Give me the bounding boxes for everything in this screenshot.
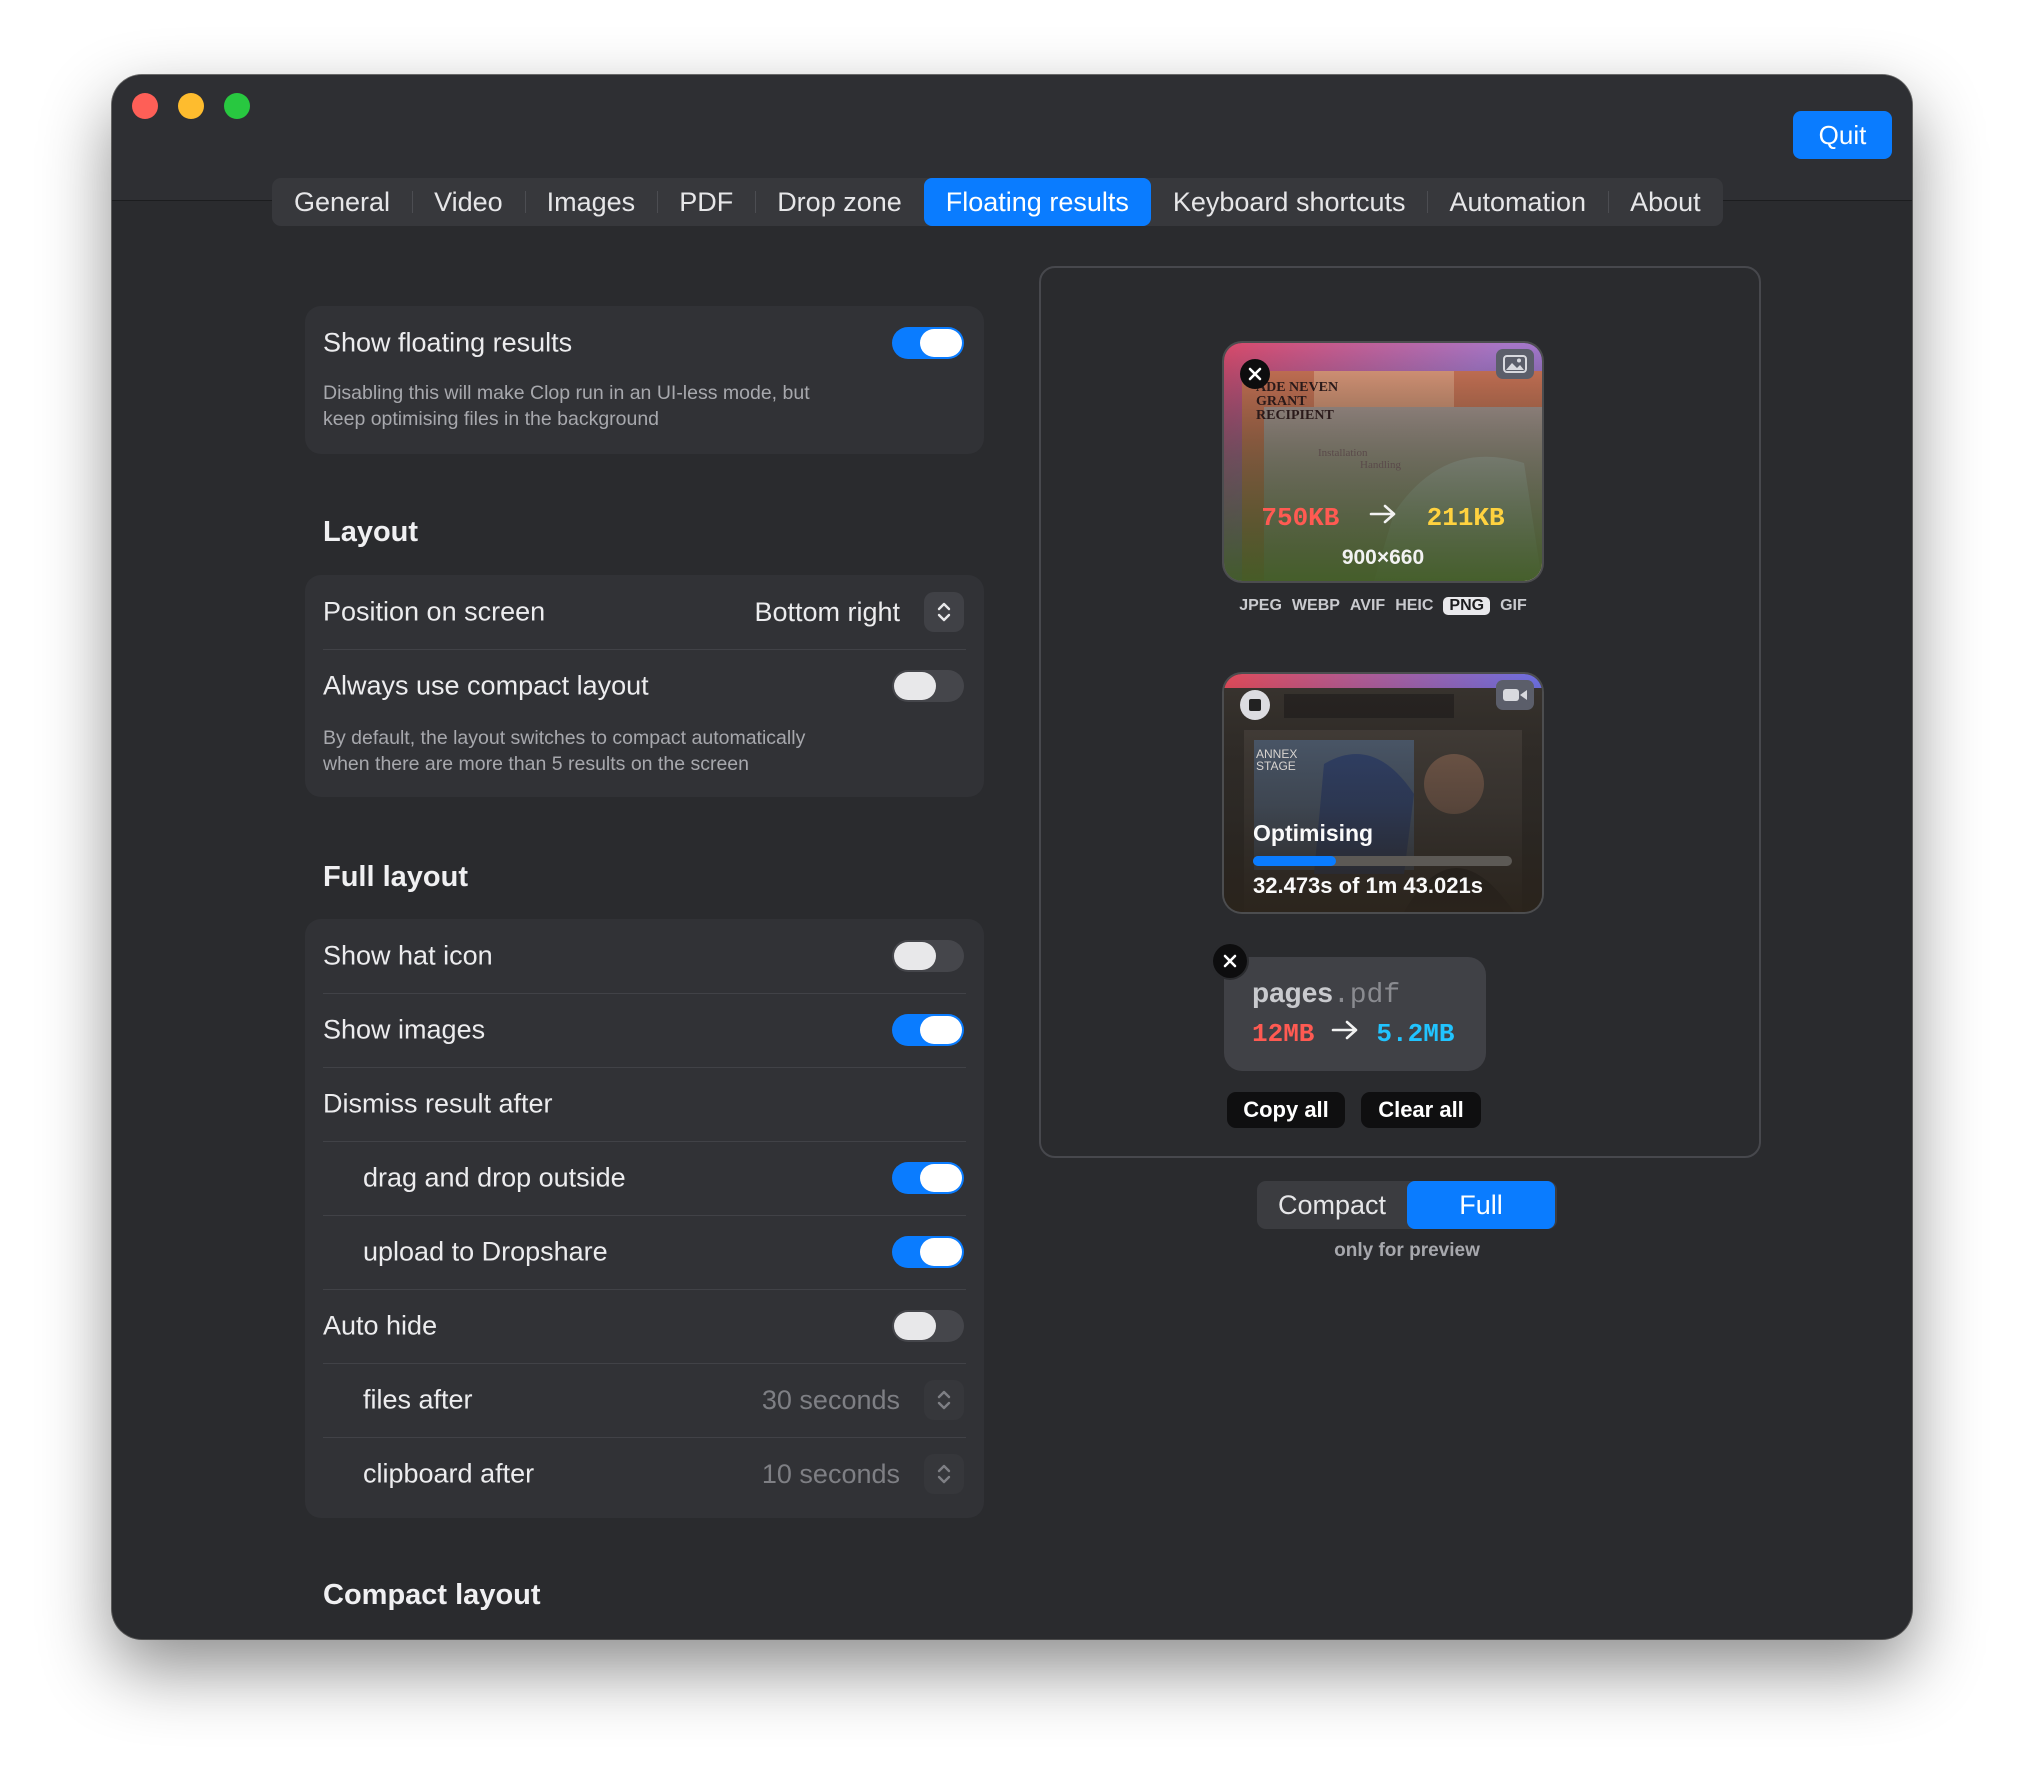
show-images-toggle[interactable] [892,1014,964,1046]
video-result-card[interactable]: ANNEX STAGE Optimising 32.473s of 1m 43.… [1224,674,1542,912]
thumb-text: GRANT [1256,394,1307,409]
quit-button[interactable]: Quit [1793,111,1892,159]
tab-about[interactable]: About [1608,178,1723,226]
tab-video[interactable]: Video [412,178,525,226]
thumb-text: Installation [1318,447,1368,459]
image-type-icon [1496,349,1534,379]
tab-keyboard-shortcuts[interactable]: Keyboard shortcuts [1151,178,1428,226]
show-hat-icon-toggle[interactable] [892,940,964,972]
show-images-label: Show images [323,1014,486,1045]
drag-drop-row: drag and drop outside [305,1141,984,1215]
clipboard-after-select[interactable]: 10 seconds [762,1454,964,1494]
show-hat-icon-row: Show hat icon [305,919,984,993]
auto-hide-toggle[interactable] [892,1310,964,1342]
format-selector: JPEG WEBP AVIF HEIC PNG GIF [1224,597,1542,615]
chevron-up-down-icon [924,1454,964,1494]
chevron-up-down-icon [924,1380,964,1420]
full-layout-section-title: Full layout [323,861,468,893]
always-compact-toggle[interactable] [892,670,964,702]
preview-mode-toggle: Compact Full [1257,1181,1557,1229]
video-progress-fill [1253,856,1336,866]
position-value: Bottom right [754,596,900,627]
thumb-text: Handling [1360,459,1401,471]
thumb-text: RECIPIENT [1256,408,1334,423]
arrow-right-icon [1314,1019,1376,1049]
mode-full-option[interactable]: Full [1407,1181,1555,1229]
pdf-result-card[interactable]: pages.pdf 12MB 5.2MB [1224,957,1486,1071]
stop-icon[interactable] [1240,690,1270,720]
layout-section-title: Layout [323,516,419,548]
settings-window: Quit General Video Images PDF Drop zone … [112,75,1912,1639]
full-layout-card: Show hat icon Show images Dismiss result… [305,919,984,1518]
zoom-window-button[interactable] [224,93,250,119]
pdf-filename: pages.pdf [1252,977,1401,1011]
pdf-size-comparison: 12MB 5.2MB [1252,1019,1455,1049]
tab-floating-results[interactable]: Floating results [923,178,1151,226]
arrow-right-icon [1355,503,1411,533]
preview-note: only for preview [1334,1240,1480,1261]
always-compact-label: Always use compact layout [323,670,649,701]
files-after-label: files after [363,1384,473,1415]
chevron-up-down-icon [924,592,964,632]
files-after-row: files after 30 seconds [305,1363,984,1437]
close-window-button[interactable] [132,93,158,119]
show-floating-results-label: Show floating results [323,327,573,358]
clipboard-after-label: clipboard after [363,1458,535,1489]
video-progress-text: 32.473s of 1m 43.021s [1253,873,1483,898]
close-icon[interactable] [1240,359,1270,389]
preview-panel: ADE NEVEN GRANT RECIPIENT Installation H… [1039,266,1761,1158]
tab-pdf[interactable]: PDF [657,178,755,226]
auto-hide-row: Auto hide [305,1289,984,1363]
compact-layout-row: Always use compact layout [305,649,984,723]
show-floating-results-card: Show floating results Disabling this wil… [305,306,984,454]
tab-automation[interactable]: Automation [1427,178,1608,226]
compact-layout-description: By default, the layout switches to compa… [323,727,806,775]
dismiss-result-label: Dismiss result after [323,1088,553,1119]
position-on-screen-select[interactable]: Bottom right [754,592,964,632]
tab-drop-zone[interactable]: Drop zone [755,178,924,226]
close-icon[interactable] [1213,944,1247,978]
show-floating-results-toggle[interactable] [892,327,964,359]
format-avif[interactable]: AVIF [1350,597,1385,615]
drag-drop-label: drag and drop outside [363,1162,626,1193]
tab-bar: General Video Images PDF Drop zone Float… [272,178,1723,226]
show-floating-results-description: Disabling this will make Clop run in an … [323,382,810,430]
image-result-card[interactable]: ADE NEVEN GRANT RECIPIENT Installation H… [1224,343,1542,581]
tab-images[interactable]: Images [524,178,658,226]
format-heic[interactable]: HEIC [1395,597,1433,615]
position-on-screen-row: Position on screen Bottom right [305,575,984,649]
dismiss-result-row: Dismiss result after [305,1067,984,1141]
upload-dropshare-toggle[interactable] [892,1236,964,1268]
thumb-text: ADE NEVEN [1256,380,1339,395]
format-webp[interactable]: WEBP [1292,597,1340,615]
format-jpeg[interactable]: JPEG [1239,597,1282,615]
minimize-window-button[interactable] [178,93,204,119]
layout-card: Position on screen Bottom right Always u… [305,575,984,797]
tab-general[interactable]: General [272,178,412,226]
format-gif[interactable]: GIF [1500,597,1527,615]
clear-all-button[interactable]: Clear all [1361,1092,1481,1128]
format-png[interactable]: PNG [1443,597,1491,615]
upload-dropshare-label: upload to Dropshare [363,1236,608,1267]
copy-all-button[interactable]: Copy all [1227,1092,1345,1128]
position-on-screen-label: Position on screen [323,596,546,627]
auto-hide-label: Auto hide [323,1310,438,1341]
image-size-comparison: 750KB 211KB [1261,503,1505,533]
image-dimensions: 900×660 [1341,546,1425,569]
video-status: Optimising [1253,820,1374,846]
files-after-value: 30 seconds [761,1384,900,1415]
mode-compact-option[interactable]: Compact [1257,1181,1407,1229]
clipboard-after-row: clipboard after 10 seconds [305,1437,984,1511]
compact-layout-section-title: Compact layout [323,1579,541,1611]
drag-drop-toggle[interactable] [892,1162,964,1194]
video-progress-bar [1253,856,1512,866]
upload-dropshare-row: upload to Dropshare [305,1215,984,1289]
video-type-icon [1496,680,1534,710]
files-after-select[interactable]: 30 seconds [762,1380,964,1420]
show-hat-icon-label: Show hat icon [323,940,493,971]
clipboard-after-value: 10 seconds [761,1458,900,1489]
thumb-text: STAGE [1256,759,1296,773]
show-images-row: Show images [305,993,984,1067]
